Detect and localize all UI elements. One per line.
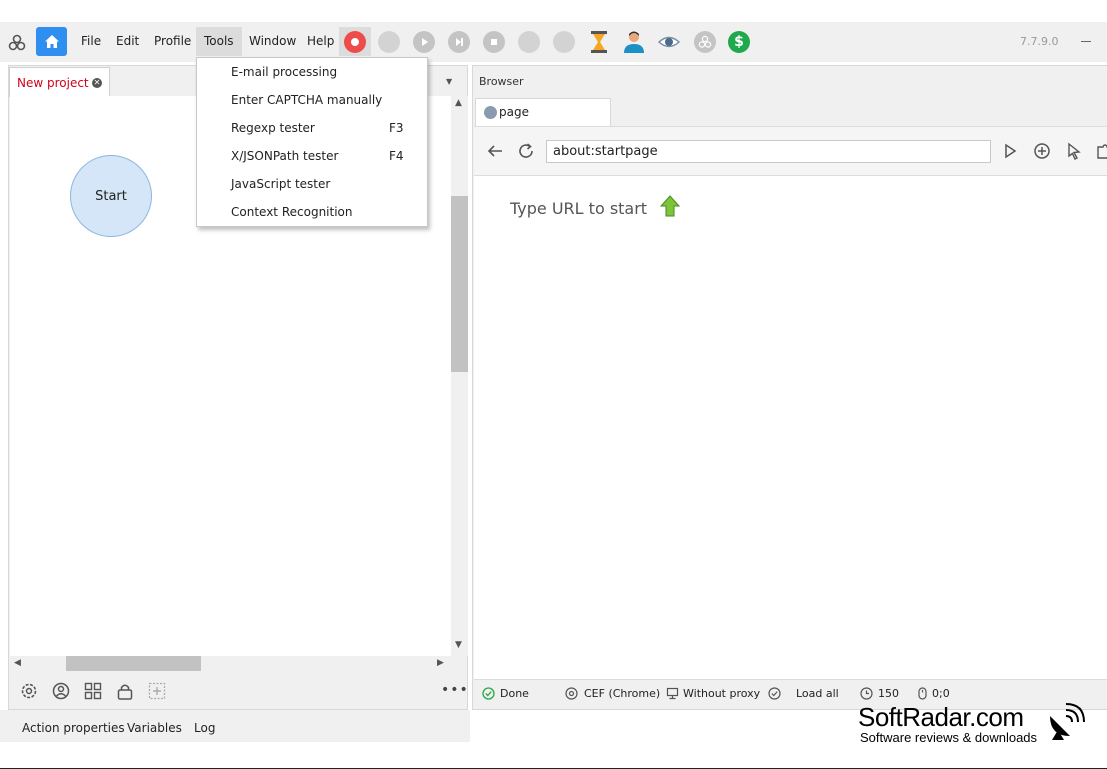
status-proxy[interactable]: Without proxy	[683, 687, 760, 700]
cluster-icon	[698, 35, 712, 48]
tab-action-properties[interactable]: Action properties	[22, 721, 125, 735]
menu-profile[interactable]: Profile	[146, 27, 199, 56]
menu-edit[interactable]: Edit	[108, 27, 147, 56]
bottom-tab-bar: Action properties Variables Log	[0, 710, 470, 742]
browser-title: Browser	[479, 75, 524, 88]
tab-page[interactable]: page	[475, 98, 611, 126]
tab-log[interactable]: Log	[194, 721, 215, 735]
project-tab-label: New project	[17, 76, 89, 90]
menu-item-label: JavaScript tester	[231, 177, 331, 191]
globe-icon	[484, 106, 497, 119]
menu-item-label: E-mail processing	[231, 65, 338, 79]
add-action-icon[interactable]	[1033, 142, 1051, 160]
chrome-icon	[565, 687, 578, 700]
browser-viewport[interactable]: Type URL to start	[474, 176, 1107, 679]
stop-icon	[491, 39, 497, 45]
monitor-icon	[666, 687, 679, 700]
play-button[interactable]	[413, 31, 435, 53]
menu-item-email-processing[interactable]: E-mail processing	[197, 58, 427, 86]
tab-variables[interactable]: Variables	[127, 721, 182, 735]
grid-icon[interactable]	[84, 682, 102, 700]
home-icon	[44, 35, 59, 48]
status-mouse-position: 0;0	[932, 687, 950, 700]
tools-dropdown-menu: E-mail processing Enter CAPTCHA manually…	[196, 57, 428, 227]
menu-file[interactable]: File	[73, 27, 109, 56]
check-circle-outline-icon	[768, 687, 781, 700]
record-button[interactable]	[344, 31, 366, 53]
lock-icon[interactable]	[116, 682, 134, 700]
watermark-title: SoftRadar.com	[858, 702, 1024, 732]
page-tab-label: page	[499, 105, 529, 119]
user-profile-icon[interactable]	[623, 30, 645, 54]
scroll-down-icon[interactable]: ▼	[455, 640, 462, 650]
clock-icon	[860, 687, 873, 700]
gear-icon[interactable]	[20, 682, 38, 700]
dollar-button[interactable]: $	[728, 31, 750, 53]
hourglass-icon[interactable]	[589, 30, 609, 54]
vertical-scrollbar[interactable]: ▲ ▼	[451, 96, 468, 656]
close-icon[interactable]: ✕	[92, 78, 102, 88]
browser-pane: Browser page about:startpage Type URL to…	[472, 65, 1107, 710]
menu-item-label: Enter CAPTCHA manually	[231, 93, 383, 107]
horizontal-scrollbar[interactable]: ◀ ▶	[10, 656, 451, 671]
disabled-action-button[interactable]	[518, 31, 540, 53]
status-load[interactable]: Load all	[796, 687, 839, 700]
tab-new-project[interactable]: New project ✕	[9, 67, 110, 97]
play-icon	[422, 38, 428, 46]
status-timeout[interactable]: 150	[878, 687, 899, 700]
scroll-left-icon[interactable]: ◀	[14, 658, 21, 668]
dollar-icon: $	[734, 34, 744, 50]
cursor-icon[interactable]	[1065, 142, 1083, 160]
start-hint: Type URL to start	[510, 199, 648, 218]
vertical-scroll-thumb[interactable]	[451, 196, 468, 372]
step-next-button[interactable]	[448, 31, 470, 53]
user-circle-icon[interactable]	[52, 682, 70, 700]
scroll-up-icon[interactable]: ▲	[455, 98, 462, 108]
settings-cluster-button[interactable]	[694, 31, 716, 53]
back-arrow-icon[interactable]	[486, 142, 504, 160]
scroll-right-icon[interactable]: ▶	[437, 658, 444, 668]
horizontal-scroll-thumb[interactable]	[66, 656, 201, 671]
stop-button[interactable]	[483, 31, 505, 53]
minimize-button[interactable]	[1081, 41, 1091, 42]
start-node[interactable]: Start	[70, 155, 152, 237]
mouse-icon	[918, 687, 927, 700]
app-logo-icon	[8, 34, 26, 51]
browser-nav-bar: about:startpage	[474, 126, 1107, 176]
disabled-action-button-2[interactable]	[553, 31, 575, 53]
menu-item-regexp-tester[interactable]: Regexp tester F3	[197, 114, 427, 142]
eye-icon[interactable]	[658, 32, 680, 52]
check-circle-icon	[482, 687, 495, 700]
chevron-down-icon[interactable]: ▼	[446, 77, 452, 86]
version-label: 7.7.9.0	[1020, 35, 1059, 48]
status-engine[interactable]: CEF (Chrome)	[584, 687, 660, 700]
step-back-button[interactable]	[378, 31, 400, 53]
more-icon[interactable]: •••	[441, 682, 469, 698]
canvas-tools: •••	[9, 674, 469, 708]
up-arrow-icon	[660, 195, 680, 217]
url-input[interactable]: about:startpage	[546, 140, 991, 163]
menu-item-shortcut: F4	[389, 149, 404, 163]
reload-icon[interactable]	[517, 142, 535, 160]
menu-item-enter-captcha[interactable]: Enter CAPTCHA manually	[197, 86, 427, 114]
go-icon[interactable]	[1001, 142, 1019, 160]
skip-next-icon	[456, 38, 463, 46]
status-done: Done	[500, 687, 529, 700]
watermark-subtitle: Software reviews & downloads	[860, 730, 1038, 745]
main-toolbar: File Edit Profile Tools Window Help $ 7.…	[0, 22, 1107, 62]
menu-item-context-recognition[interactable]: Context Recognition	[197, 198, 427, 226]
add-frame-icon[interactable]	[148, 682, 166, 700]
menu-tools[interactable]: Tools	[196, 27, 242, 56]
menu-item-jsonpath-tester[interactable]: X/JSONPath tester F4	[197, 142, 427, 170]
menu-window[interactable]: Window	[241, 27, 304, 56]
menu-item-label: Regexp tester	[231, 121, 315, 135]
menu-item-label: X/JSONPath tester	[231, 149, 339, 163]
menu-item-shortcut: F3	[389, 121, 404, 135]
puzzle-icon[interactable]	[1096, 142, 1107, 160]
menu-item-javascript-tester[interactable]: JavaScript tester	[197, 170, 427, 198]
satellite-dish-icon	[1050, 703, 1085, 740]
home-button[interactable]	[36, 27, 67, 56]
menu-help[interactable]: Help	[299, 27, 342, 56]
menu-item-label: Context Recognition	[231, 205, 353, 219]
